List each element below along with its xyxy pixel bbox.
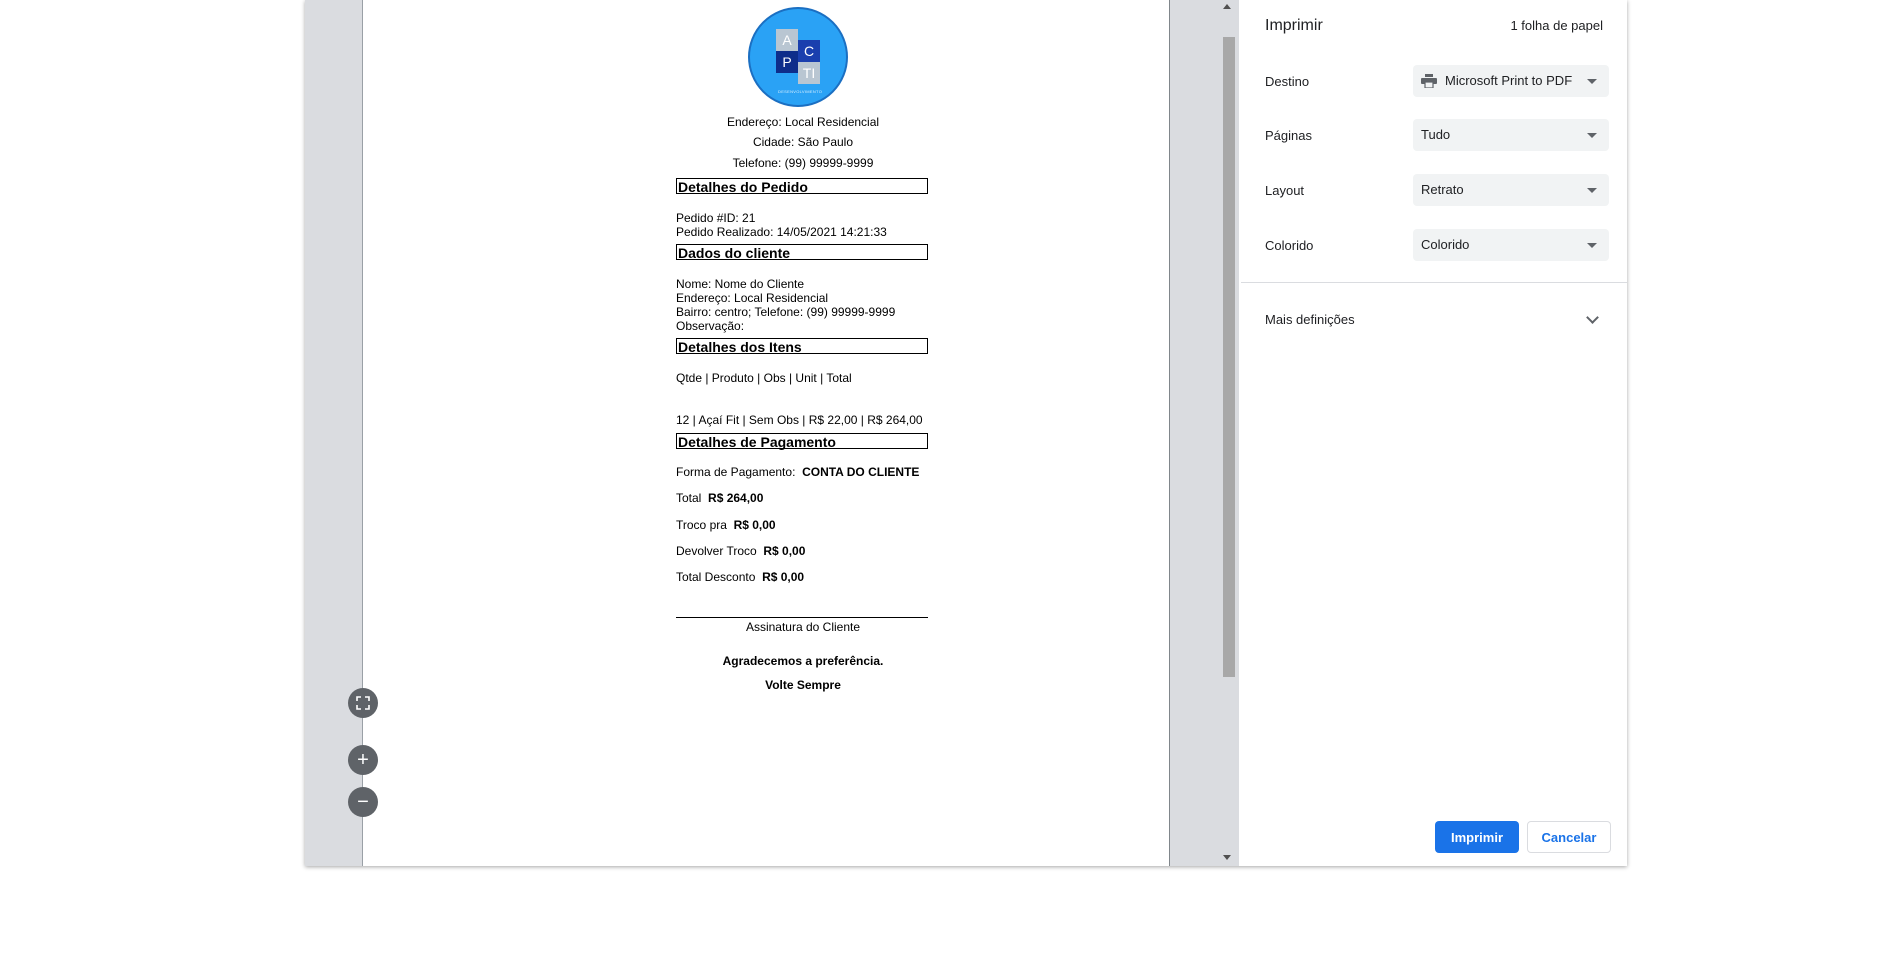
chevron-down-icon <box>1587 188 1597 193</box>
color-value: Colorido <box>1421 237 1470 252</box>
payment-method-label: Forma de Pagamento: <box>676 465 796 479</box>
total-label: Total <box>676 491 702 505</box>
preview-page: A C P TI DESENVOLVIMENTO Endereço: Local… <box>363 0 1169 866</box>
chevron-down-icon <box>1587 133 1597 138</box>
client-address: Endereço: Local Residencial <box>676 291 829 305</box>
company-phone: Telefone: (99) 99999-9999 <box>732 156 874 170</box>
layout-value: Retrato <box>1421 182 1464 197</box>
payment-details-heading: Detalhes de Pagamento <box>676 433 928 450</box>
chevron-down-icon <box>1587 79 1597 84</box>
logo-letter-ti: TI <box>798 62 820 84</box>
total-value: R$ 264,00 <box>708 491 764 505</box>
thanks-message: Agradecemos a preferência. <box>722 654 884 668</box>
printer-icon <box>1421 74 1437 88</box>
layout-select[interactable]: Retrato <box>1413 174 1609 206</box>
dialog-title: Imprimir <box>1265 17 1323 34</box>
item-row: 12 | Açaí Fit | Sem Obs | R$ 22,00 | R$ … <box>676 413 923 427</box>
logo-letter-a: A <box>776 29 798 51</box>
signature-caption: Assinatura do Cliente <box>745 620 861 634</box>
return-change-value: R$ 0,00 <box>763 544 806 558</box>
company-address: Endereço: Local Residencial <box>726 115 880 129</box>
signature-line <box>676 617 928 618</box>
order-id: Pedido #ID: 21 <box>676 211 756 225</box>
preview-scrollbar[interactable] <box>1219 0 1239 866</box>
company-logo: A C P TI DESENVOLVIMENTO <box>748 7 848 107</box>
order-details-heading: Detalhes do Pedido <box>676 178 928 195</box>
print-dialog: A C P TI DESENVOLVIMENTO Endereço: Local… <box>305 0 1627 866</box>
client-note: Observação: <box>676 319 745 333</box>
total-line: Total R$ 264,00 <box>676 491 763 505</box>
zoom-out-button[interactable]: − <box>348 787 378 817</box>
items-details-heading: Detalhes dos Itens <box>676 338 928 355</box>
client-name: Nome: Nome do Cliente <box>676 277 805 291</box>
return-change-line: Devolver Troco R$ 0,00 <box>676 544 805 558</box>
logo-tagline: DESENVOLVIMENTO <box>778 89 823 94</box>
change-for-line: Troco pra R$ 0,00 <box>676 518 776 532</box>
preview-gutter <box>305 0 363 866</box>
company-city: Cidade: São Paulo <box>752 135 854 149</box>
client-district-phone: Bairro: centro; Telefone: (99) 99999-999… <box>676 305 896 319</box>
destination-value: Microsoft Print to PDF <box>1445 73 1573 88</box>
minus-icon: − <box>357 791 369 813</box>
pages-value: Tudo <box>1421 127 1451 142</box>
scroll-down-arrow-icon[interactable] <box>1223 855 1231 860</box>
chevron-down-icon <box>1586 311 1599 324</box>
print-preview-area: A C P TI DESENVOLVIMENTO Endereço: Local… <box>305 0 1239 866</box>
cancel-button[interactable]: Cancelar <box>1527 821 1611 853</box>
payment-method-value: CONTA DO CLIENTE <box>802 465 920 479</box>
destination-label: Destino <box>1265 74 1310 89</box>
logo-letter-p: P <box>776 51 798 73</box>
destination-select[interactable]: Microsoft Print to PDF <box>1413 65 1609 97</box>
pages-select[interactable]: Tudo <box>1413 119 1609 151</box>
plus-icon: + <box>357 749 369 771</box>
print-button[interactable]: Imprimir <box>1435 821 1519 853</box>
come-back-message: Volte Sempre <box>765 678 841 692</box>
color-select[interactable]: Colorido <box>1413 229 1609 261</box>
color-label: Colorido <box>1265 238 1314 253</box>
fit-to-page-button[interactable] <box>348 688 378 718</box>
layout-label: Layout <box>1265 183 1305 198</box>
more-settings-toggle[interactable]: Mais definições <box>1241 304 1627 336</box>
scroll-thumb[interactable] <box>1223 37 1235 677</box>
change-for-value: R$ 0,00 <box>733 518 776 532</box>
discount-label: Total Desconto <box>676 570 756 584</box>
sheet-count: 1 folha de papel <box>1510 18 1603 33</box>
fit-to-page-icon <box>356 696 370 710</box>
print-settings-panel: Imprimir 1 folha de papel Destino Micros… <box>1241 0 1627 866</box>
scroll-up-arrow-icon[interactable] <box>1223 4 1231 9</box>
payment-method: Forma de Pagamento: CONTA DO CLIENTE <box>676 465 919 479</box>
client-data-heading: Dados do cliente <box>676 244 928 261</box>
pages-label: Páginas <box>1265 128 1312 143</box>
items-columns: Qtde | Produto | Obs | Unit | Total <box>676 371 852 385</box>
order-date: Pedido Realizado: 14/05/2021 14:21:33 <box>676 225 887 239</box>
discount-line: Total Desconto R$ 0,00 <box>676 570 804 584</box>
logo-letter-c: C <box>798 40 820 62</box>
zoom-in-button[interactable]: + <box>348 745 378 775</box>
settings-divider <box>1241 282 1627 283</box>
change-for-label: Troco pra <box>676 518 727 532</box>
more-settings-label: Mais definições <box>1265 312 1355 327</box>
return-change-label: Devolver Troco <box>676 544 757 558</box>
chevron-down-icon <box>1587 243 1597 248</box>
discount-value: R$ 0,00 <box>762 570 805 584</box>
